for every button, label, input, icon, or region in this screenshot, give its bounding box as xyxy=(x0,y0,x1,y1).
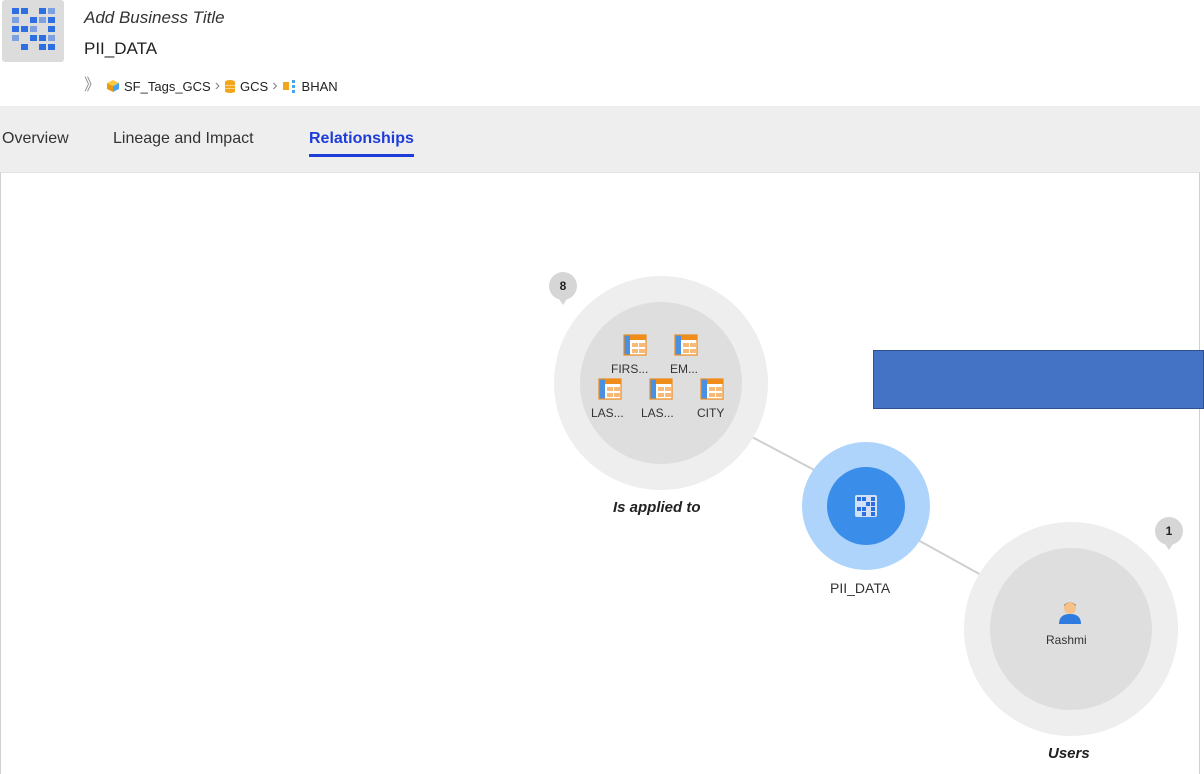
table-icon xyxy=(623,334,647,356)
overlay-rectangle xyxy=(873,350,1204,409)
edge-users xyxy=(917,539,984,577)
edge-applied-to xyxy=(751,436,819,473)
users-group-label: Users xyxy=(1048,745,1090,762)
member-label[interactable]: FIRS... xyxy=(611,362,648,376)
member-label[interactable]: LAS... xyxy=(591,406,624,420)
users-group-node[interactable] xyxy=(964,522,1178,736)
users-count-badge: 1 xyxy=(1155,517,1183,550)
applied-count-badge: 8 xyxy=(549,272,577,305)
table-icon xyxy=(700,378,724,400)
center-node[interactable] xyxy=(802,442,930,570)
member-label[interactable]: LAS... xyxy=(641,406,674,420)
table-icon xyxy=(674,334,698,356)
user-name-label[interactable]: Rashmi xyxy=(1046,633,1087,647)
table-icon xyxy=(598,378,622,400)
applied-to-group-label: Is applied to xyxy=(613,499,701,516)
table-icon xyxy=(649,378,673,400)
center-node-label: PII_DATA xyxy=(830,580,891,596)
member-label[interactable]: EM... xyxy=(670,362,698,376)
data-element-icon xyxy=(855,495,877,517)
member-label[interactable]: CITY xyxy=(697,406,724,420)
